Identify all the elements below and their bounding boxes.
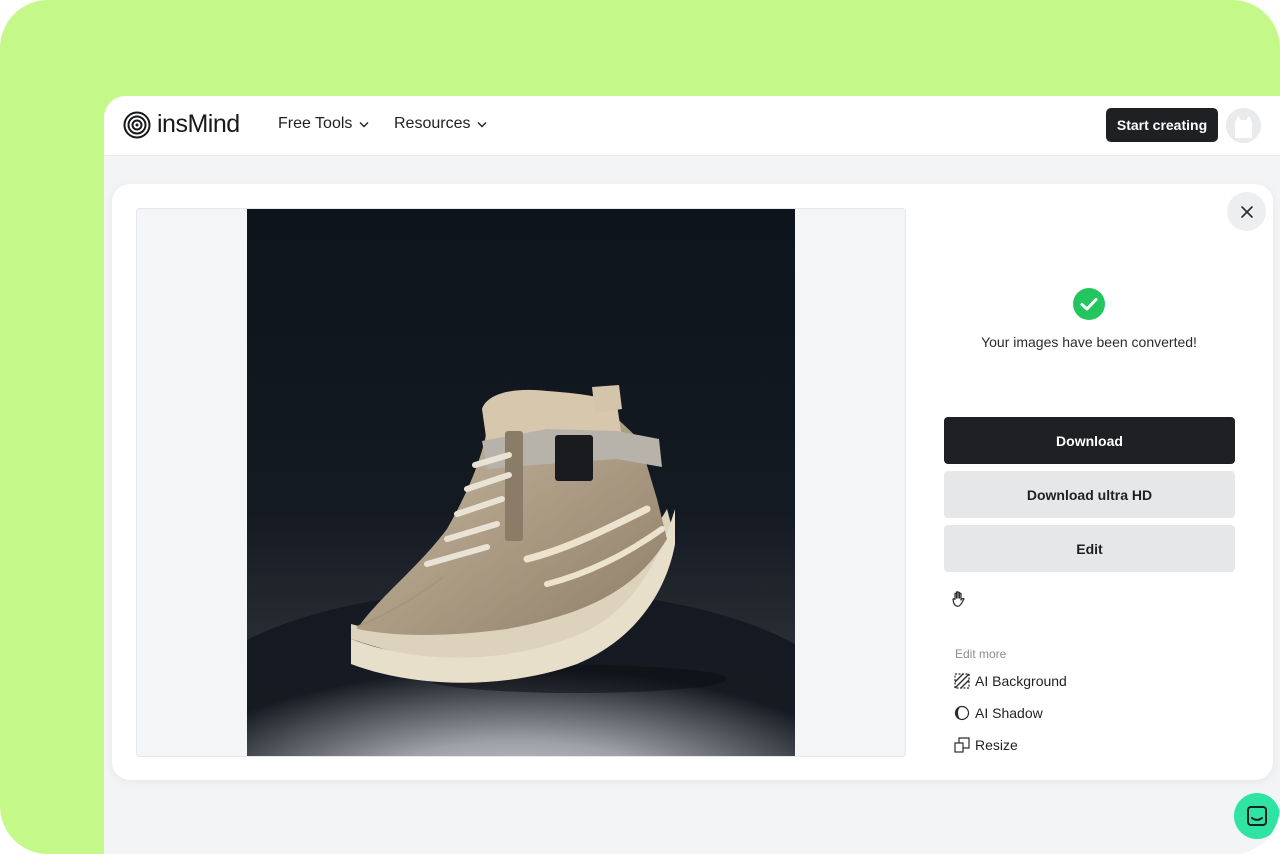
ai-background-icon (954, 673, 970, 689)
tool-resize-label: Resize (975, 737, 1018, 753)
user-avatar-icon (1226, 108, 1261, 143)
avatar[interactable] (1226, 108, 1261, 143)
outer-frame: insMind Free Tools Resources Start creat… (0, 0, 1280, 854)
tool-ai-shadow-label: AI Shadow (975, 705, 1043, 721)
converted-image (247, 209, 795, 756)
chat-icon (1247, 806, 1267, 826)
feedback-hand[interactable] (950, 590, 968, 613)
resize-icon (954, 737, 970, 753)
nav-free-tools[interactable]: Free Tools (278, 115, 369, 133)
brand-name: insMind (157, 110, 240, 138)
success-check-icon (1073, 288, 1105, 320)
edit-more-heading: Edit more (955, 647, 1007, 661)
tool-ai-shadow[interactable]: AI Shadow (954, 705, 1043, 721)
edit-button[interactable]: Edit (944, 525, 1235, 572)
ai-shadow-icon (954, 705, 970, 721)
result-modal: Your images have been converted! Downloa… (112, 184, 1273, 780)
nav-resources-label: Resources (394, 115, 471, 132)
hand-wave-icon (952, 591, 965, 607)
brand-logo[interactable]: insMind (123, 110, 240, 139)
browser-viewport: insMind Free Tools Resources Start creat… (104, 96, 1280, 854)
download-ultra-hd-button[interactable]: Download ultra HD (944, 471, 1235, 518)
insmind-logo-icon (123, 111, 151, 138)
tool-ai-background-label: AI Background (975, 673, 1067, 689)
conversion-status: Your images have been converted! (981, 334, 1197, 350)
close-icon (1240, 205, 1253, 218)
download-button[interactable]: Download (944, 417, 1235, 464)
close-button[interactable] (1227, 192, 1266, 231)
nav-resources[interactable]: Resources (394, 115, 487, 133)
chevron-down-icon (359, 121, 369, 127)
tool-resize[interactable]: Resize (954, 737, 1018, 753)
chevron-down-icon (477, 121, 487, 127)
top-nav: insMind Free Tools Resources Start creat… (104, 96, 1280, 156)
chat-widget-button[interactable] (1234, 793, 1280, 839)
nav-free-tools-label: Free Tools (278, 115, 353, 132)
tool-ai-background[interactable]: AI Background (954, 673, 1067, 689)
image-preview (136, 208, 906, 757)
start-creating-button[interactable]: Start creating (1106, 108, 1218, 142)
